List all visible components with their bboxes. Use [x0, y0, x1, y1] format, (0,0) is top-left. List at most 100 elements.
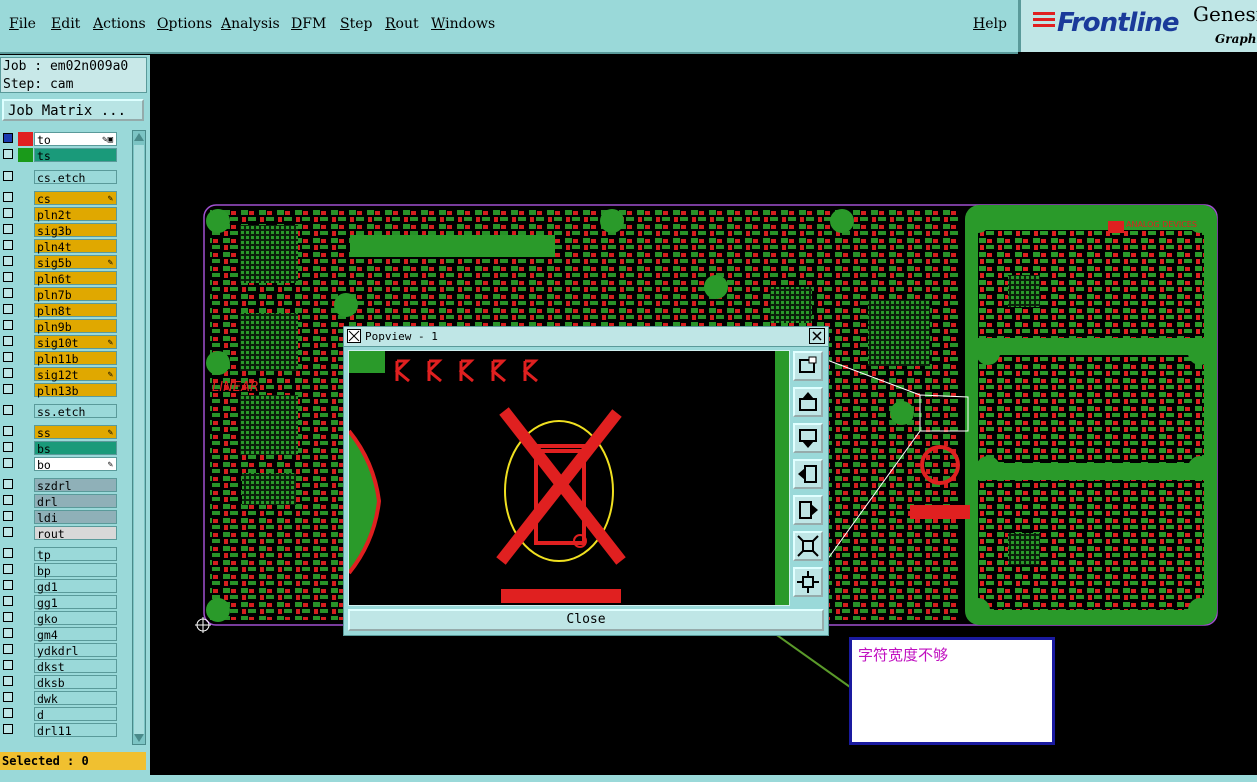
layer-row[interactable]: bp: [0, 563, 118, 578]
layer-row[interactable]: pln2t: [0, 207, 118, 222]
pan-down-button[interactable]: [793, 423, 823, 453]
layer-name[interactable]: ydkdrl: [34, 643, 117, 658]
layer-list-scrollbar[interactable]: [132, 130, 146, 745]
layer-row[interactable]: rout: [0, 526, 118, 541]
layer-checkbox[interactable]: [3, 426, 13, 436]
layer-checkbox[interactable]: [3, 596, 13, 606]
menu-windows[interactable]: Windows: [431, 16, 495, 32]
layer-checkbox[interactable]: [3, 192, 13, 202]
layer-checkbox[interactable]: [3, 580, 13, 590]
zoom-in-button[interactable]: [793, 531, 823, 561]
layer-row[interactable]: sig10t ✎: [0, 335, 118, 350]
layer-checkbox[interactable]: [3, 304, 13, 314]
layer-row[interactable]: bo ✎: [0, 457, 118, 472]
layer-name[interactable]: cs ✎: [34, 191, 117, 206]
layer-checkbox[interactable]: [3, 272, 13, 282]
layer-name[interactable]: ts: [34, 148, 117, 163]
layer-row[interactable]: pln4t: [0, 239, 118, 254]
layer-checkbox[interactable]: [3, 171, 13, 181]
layer-name[interactable]: dwk: [34, 691, 117, 706]
layer-checkbox[interactable]: [3, 495, 13, 505]
layer-checkbox[interactable]: [3, 133, 13, 143]
layer-row[interactable]: pln13b: [0, 383, 118, 398]
layer-checkbox[interactable]: [3, 564, 13, 574]
scroll-down-icon[interactable]: [133, 732, 145, 744]
menu-step[interactable]: Step: [340, 16, 372, 32]
scroll-up-icon[interactable]: [133, 131, 145, 143]
layer-checkbox[interactable]: [3, 660, 13, 670]
close-icon[interactable]: [809, 328, 825, 344]
layer-checkbox[interactable]: [3, 405, 13, 415]
menu-file[interactable]: File: [9, 16, 36, 32]
layer-checkbox[interactable]: [3, 458, 13, 468]
layer-row[interactable]: tp: [0, 547, 118, 562]
layer-row[interactable]: cs ✎: [0, 191, 118, 206]
pan-left-button[interactable]: [793, 459, 823, 489]
layer-name[interactable]: pln13b: [34, 383, 117, 398]
layer-name[interactable]: rout: [34, 526, 117, 541]
layer-row[interactable]: sig3b: [0, 223, 118, 238]
layer-row[interactable]: d: [0, 707, 118, 722]
layer-checkbox[interactable]: [3, 479, 13, 489]
layer-row[interactable]: ts: [0, 148, 118, 163]
layer-checkbox[interactable]: [3, 336, 13, 346]
menu-help[interactable]: Help: [973, 16, 1007, 32]
layer-name[interactable]: ss.etch: [34, 404, 117, 419]
layer-name[interactable]: gko: [34, 611, 117, 626]
popview-zoom-view[interactable]: [348, 350, 790, 606]
layer-name[interactable]: gm4: [34, 627, 117, 642]
zoom-out-button[interactable]: [793, 567, 823, 597]
close-button[interactable]: Close: [348, 609, 824, 631]
layer-row[interactable]: pln6t: [0, 271, 118, 286]
layer-row[interactable]: pln11b: [0, 351, 118, 366]
layer-name[interactable]: sig5b ✎: [34, 255, 117, 270]
layer-name[interactable]: sig10t ✎: [34, 335, 117, 350]
layer-name[interactable]: d: [34, 707, 117, 722]
layer-name[interactable]: pln11b: [34, 351, 117, 366]
layer-name[interactable]: pln4t: [34, 239, 117, 254]
layer-checkbox[interactable]: [3, 256, 13, 266]
layer-row[interactable]: dwk: [0, 691, 118, 706]
layer-color-swatch[interactable]: [18, 148, 33, 162]
menu-analysis[interactable]: Analysis: [221, 16, 280, 32]
layer-row[interactable]: ss.etch: [0, 404, 118, 419]
layer-name[interactable]: ldi: [34, 510, 117, 525]
layer-checkbox[interactable]: [3, 442, 13, 452]
layer-checkbox[interactable]: [3, 676, 13, 686]
menu-rout[interactable]: Rout: [385, 16, 419, 32]
layer-checkbox[interactable]: [3, 628, 13, 638]
layer-name[interactable]: bs: [34, 441, 117, 456]
layer-checkbox[interactable]: [3, 548, 13, 558]
layer-name[interactable]: dkst: [34, 659, 117, 674]
layer-row[interactable]: sig12t ✎: [0, 367, 118, 382]
popview-titlebar[interactable]: Popview - 1: [344, 327, 828, 347]
zoom-fit-button[interactable]: [793, 351, 823, 381]
pan-right-button[interactable]: [793, 495, 823, 525]
layer-row[interactable]: sig5b ✎: [0, 255, 118, 270]
layer-name[interactable]: cs.etch: [34, 170, 117, 185]
layer-row[interactable]: ss ✎: [0, 425, 118, 440]
menu-dfm[interactable]: DFM: [291, 16, 326, 32]
layer-checkbox[interactable]: [3, 352, 13, 362]
layer-checkbox[interactable]: [3, 149, 13, 159]
layer-row[interactable]: pln8t: [0, 303, 118, 318]
layer-row[interactable]: gg1: [0, 595, 118, 610]
layer-name[interactable]: sig12t ✎: [34, 367, 117, 382]
layer-name[interactable]: drl: [34, 494, 117, 509]
layer-name[interactable]: to ✎▣: [34, 132, 117, 147]
menu-options[interactable]: Options: [157, 16, 212, 32]
layer-row[interactable]: pln7b: [0, 287, 118, 302]
layer-name[interactable]: bo ✎: [34, 457, 117, 472]
layer-name[interactable]: pln8t: [34, 303, 117, 318]
layer-row[interactable]: dksb: [0, 675, 118, 690]
layer-row[interactable]: ldi: [0, 510, 118, 525]
layer-checkbox[interactable]: [3, 708, 13, 718]
layer-row[interactable]: gm4: [0, 627, 118, 642]
layer-name[interactable]: ss ✎: [34, 425, 117, 440]
layer-checkbox[interactable]: [3, 368, 13, 378]
layer-checkbox[interactable]: [3, 288, 13, 298]
layer-checkbox[interactable]: [3, 692, 13, 702]
layer-checkbox[interactable]: [3, 384, 13, 394]
layer-row[interactable]: gko: [0, 611, 118, 626]
layer-row[interactable]: drl11: [0, 723, 118, 738]
